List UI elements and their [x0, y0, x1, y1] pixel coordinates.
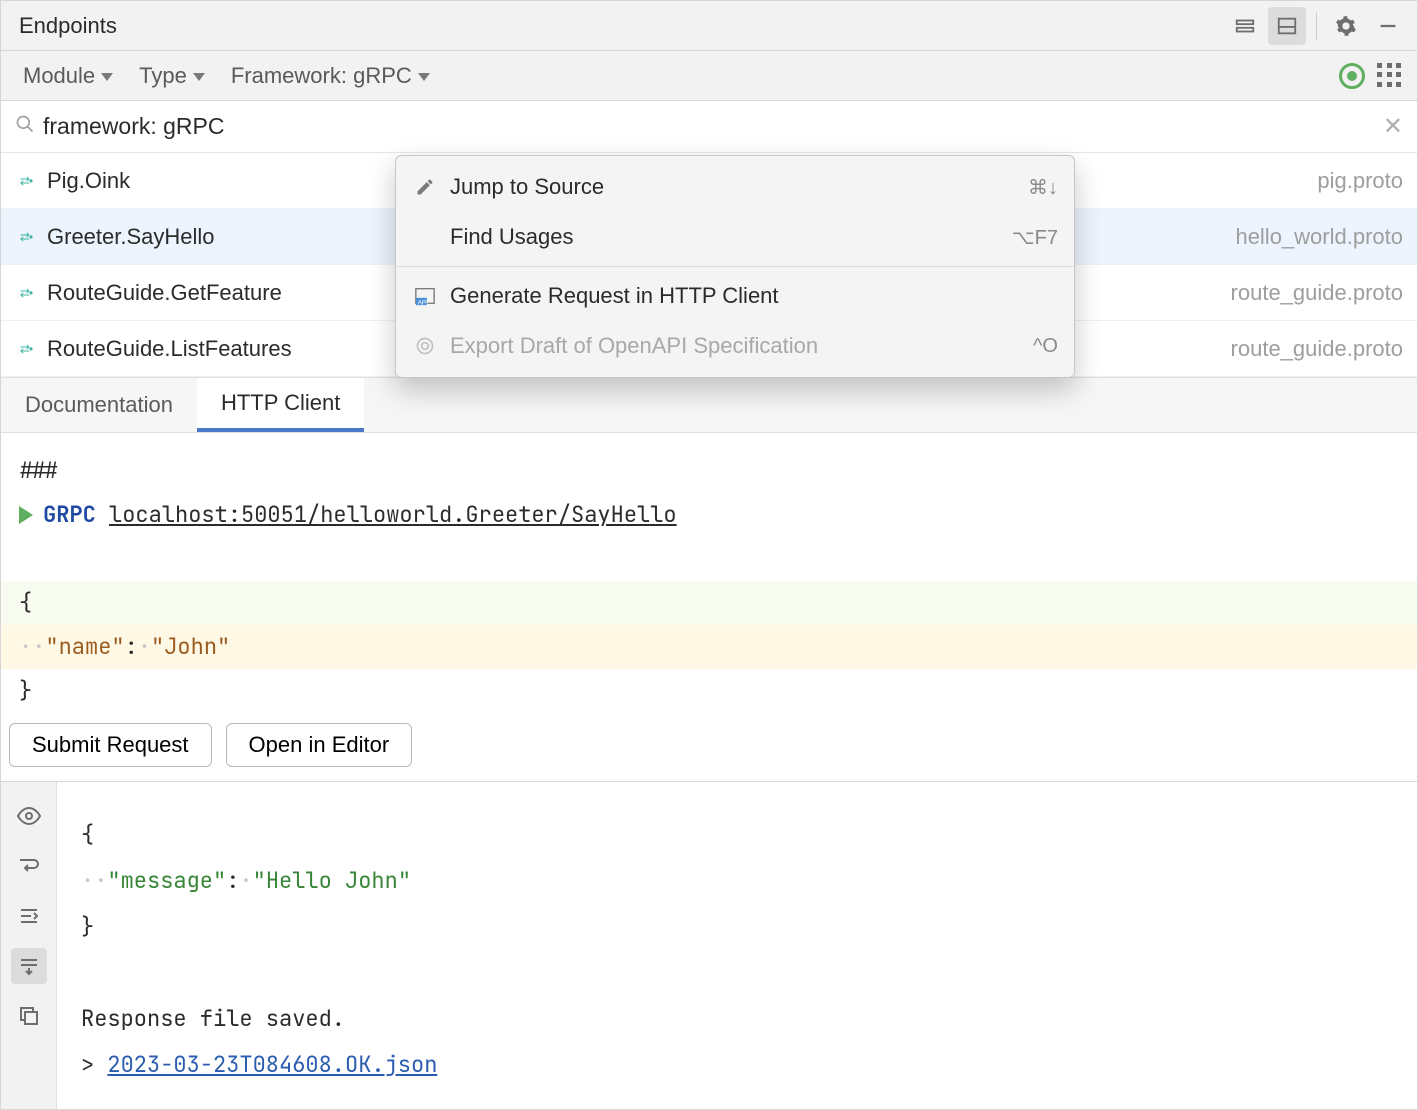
endpoint-file: hello_world.proto — [1235, 224, 1403, 250]
framework-filter[interactable]: Framework: gRPC — [223, 59, 438, 93]
grid-icon[interactable] — [1377, 63, 1403, 89]
type-filter-label: Type — [139, 63, 187, 89]
menu-item-shortcut: ⌥F7 — [1012, 225, 1058, 250]
request-line: GRPC localhost:50051/helloworld.Greeter/… — [19, 493, 1399, 537]
menu-export-openapi: Export Draft of OpenAPI Specification ^O — [396, 321, 1074, 371]
target-small-icon — [412, 336, 438, 356]
resp-json-line: ··"message":·"Hello John" — [81, 858, 437, 904]
gear-icon[interactable] — [1327, 7, 1365, 45]
chevron-down-icon — [193, 73, 205, 81]
menu-find-usages[interactable]: Find Usages ⌥F7 — [396, 212, 1074, 262]
pencil-icon — [412, 177, 438, 197]
type-filter[interactable]: Type — [131, 59, 213, 93]
response-area: { ··"message":·"Hello John" } Response f… — [1, 781, 1417, 1109]
open-in-editor-button[interactable]: Open in Editor — [226, 723, 413, 767]
svg-text:API: API — [418, 299, 429, 306]
resp-json-close: } — [81, 904, 437, 950]
menu-item-shortcut: ^O — [1033, 335, 1058, 358]
json-open: { — [1, 581, 1417, 625]
http-client-editor[interactable]: ### GRPC localhost:50051/helloworld.Gree… — [1, 433, 1417, 723]
endpoint-file: pig.proto — [1317, 168, 1403, 194]
framework-filter-label: Framework: gRPC — [231, 63, 412, 89]
tab-documentation[interactable]: Documentation — [1, 378, 197, 432]
menu-item-label: Jump to Source — [450, 174, 1016, 200]
method-keyword: GRPC — [43, 500, 96, 529]
target-icon[interactable] — [1339, 63, 1365, 89]
blank-line — [81, 950, 437, 996]
chevron-down-icon — [418, 73, 430, 81]
json-body-line: ··"name":·"John" — [1, 625, 1417, 669]
module-filter-label: Module — [23, 63, 95, 89]
menu-item-shortcut: ⌘↓ — [1028, 175, 1058, 200]
tab-http-client[interactable]: HTTP Client — [197, 378, 364, 432]
menu-separator — [396, 266, 1074, 267]
copy-icon[interactable] — [11, 998, 47, 1034]
search-input[interactable]: framework: gRPC — [43, 113, 1383, 140]
response-saved-msg: Response file saved. — [81, 996, 437, 1042]
titlebar-actions — [1226, 7, 1407, 45]
filter-bar-right — [1339, 63, 1403, 89]
request-separator: ### — [19, 449, 1399, 493]
json-close: } — [19, 669, 1399, 713]
minimize-icon[interactable] — [1369, 7, 1407, 45]
context-menu: Jump to Source ⌘↓ Find Usages ⌥F7 API Ge… — [395, 155, 1075, 378]
menu-generate-request[interactable]: API Generate Request in HTTP Client — [396, 271, 1074, 321]
submit-request-button[interactable]: Submit Request — [9, 723, 212, 767]
search-icon — [15, 113, 35, 140]
download-icon[interactable] — [11, 948, 47, 984]
grpc-endpoint-icon: ⇄• — [15, 174, 37, 188]
clear-search-icon[interactable]: ✕ — [1383, 112, 1403, 141]
show-details-icon[interactable] — [1268, 7, 1306, 45]
panel-title: Endpoints — [19, 13, 117, 39]
endpoint-list: ⇄• Pig.Oink pig.proto ⇄• Greeter.SayHell… — [1, 153, 1417, 377]
resp-json-open: { — [81, 812, 437, 858]
search-bar[interactable]: framework: gRPC ✕ — [1, 101, 1417, 153]
response-file-link[interactable]: 2023-03-23T084608.OK.json — [107, 1050, 437, 1079]
endpoint-file: route_guide.proto — [1231, 336, 1403, 362]
detail-tabs: Documentation HTTP Client — [1, 377, 1417, 433]
titlebar-separator — [1316, 12, 1317, 40]
filter-bar: Module Type Framework: gRPC — [1, 51, 1417, 101]
menu-item-label: Generate Request in HTTP Client — [450, 283, 1046, 309]
expand-icon[interactable] — [1226, 7, 1264, 45]
response-gutter — [1, 782, 57, 1109]
module-filter[interactable]: Module — [15, 59, 121, 93]
editor-buttons: Submit Request Open in Editor — [1, 723, 1417, 781]
grpc-endpoint-icon: ⇄• — [15, 230, 37, 244]
response-file-line: > 2023-03-23T084608.OK.json — [81, 1042, 437, 1088]
eye-icon[interactable] — [11, 798, 47, 834]
response-body[interactable]: { ··"message":·"Hello John" } Response f… — [57, 782, 457, 1109]
api-icon: API — [412, 285, 438, 307]
menu-item-label: Export Draft of OpenAPI Specification — [450, 333, 1021, 359]
endpoint-file: route_guide.proto — [1231, 280, 1403, 306]
run-icon[interactable] — [19, 506, 33, 524]
request-url[interactable]: localhost:50051/helloworld.Greeter/SayHe… — [109, 500, 677, 529]
grpc-endpoint-icon: ⇄• — [15, 286, 37, 300]
chevron-down-icon — [101, 73, 113, 81]
menu-jump-to-source[interactable]: Jump to Source ⌘↓ — [396, 162, 1074, 212]
scroll-icon[interactable] — [11, 898, 47, 934]
grpc-endpoint-icon: ⇄• — [15, 342, 37, 356]
titlebar: Endpoints — [1, 1, 1417, 51]
softwrap-icon[interactable] — [11, 848, 47, 884]
menu-item-label: Find Usages — [450, 224, 1000, 250]
blank-line — [19, 537, 1399, 581]
